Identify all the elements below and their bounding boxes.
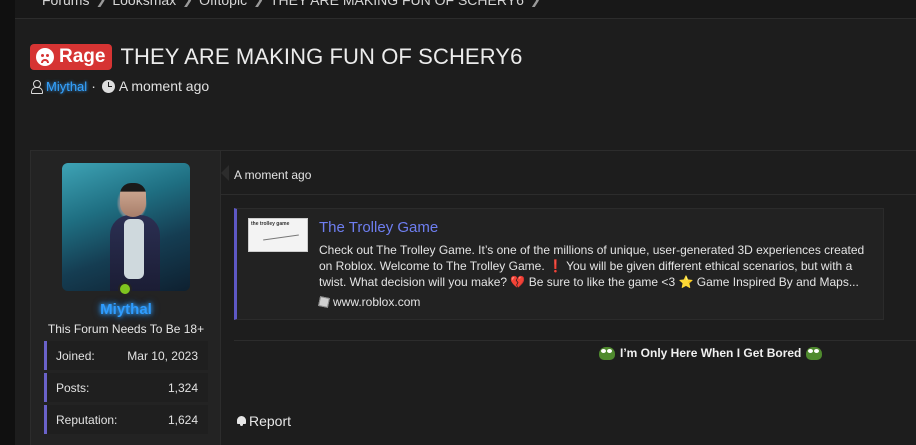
pepe-emoji-icon (597, 344, 617, 362)
user-icon (30, 79, 43, 94)
stat-value: Mar 10, 2023 (127, 348, 198, 363)
chevron-right-icon: ❯ (182, 0, 193, 8)
stat-reputation: Reputation: 1,624 (44, 405, 208, 434)
chevron-right-icon: ❯ (95, 0, 106, 8)
thread-author-link[interactable]: Miythal (46, 79, 87, 94)
thread-start-time[interactable]: A moment ago (119, 78, 209, 94)
signature: I’m Only Here When I Get Bored (597, 344, 824, 362)
online-status-indicator (118, 282, 132, 296)
post-username[interactable]: Miythal (31, 301, 221, 318)
exclamation-icon: ❗ (548, 259, 563, 273)
post-date[interactable]: A moment ago (234, 168, 311, 182)
clock-icon (101, 79, 115, 93)
avatar-head (120, 183, 146, 217)
breadcrumb: Forums ❯ Looksmax ❯ Offtopic ❯ THEY ARE … (15, 0, 916, 19)
user-cell: Miythal This Forum Needs To Be 18+ Joine… (31, 151, 221, 445)
avatar[interactable] (62, 163, 190, 291)
embed-title-link[interactable]: The Trolley Game (319, 219, 438, 236)
avatar-shirt (124, 219, 144, 279)
thread-meta: Miythal · A moment ago (30, 78, 209, 94)
bell-icon (236, 415, 247, 427)
thumb-text: the trolley game (251, 221, 290, 227)
stat-value: 1,624 (167, 412, 198, 427)
link-embed[interactable]: the trolley game The Trolley Game Check … (234, 208, 884, 320)
roblox-favicon-icon (318, 296, 330, 308)
stat-value: 1,324 (167, 380, 198, 395)
angry-face-icon (36, 47, 54, 66)
breadcrumb-thread[interactable]: THEY ARE MAKING FUN OF SCHERY6 (270, 0, 524, 8)
broken-heart-icon: 💔 (510, 275, 526, 289)
divider (221, 194, 916, 195)
stat-label: Posts: (56, 380, 90, 395)
prefix-text: Rage (59, 45, 106, 67)
pepe-emoji-icon (804, 344, 824, 362)
star-icon: ⭐ (678, 275, 694, 289)
thread-header: Rage THEY ARE MAKING FUN OF SCHERY6 (30, 44, 522, 70)
breadcrumb-forums[interactable]: Forums (42, 0, 89, 8)
breadcrumb-offtopic[interactable]: Offtopic (199, 0, 247, 8)
embed-thumbnail[interactable]: the trolley game (248, 218, 308, 252)
post: Miythal This Forum Needs To Be 18+ Joine… (30, 150, 916, 445)
report-button[interactable]: Report (236, 413, 291, 429)
embed-description: Check out The Trolley Game. It’s one of … (319, 242, 879, 290)
signature-divider (234, 340, 916, 341)
stat-label: Reputation: (56, 412, 118, 427)
stat-joined: Joined: Mar 10, 2023 (44, 341, 208, 370)
chevron-right-icon: ❯ (530, 0, 541, 8)
signature-text: I’m Only Here When I Get Bored (620, 346, 802, 360)
desc-text: Be sure to like the game <3 (525, 275, 679, 289)
stat-label: Joined: (56, 348, 95, 363)
breadcrumb-looksmax[interactable]: Looksmax (112, 0, 176, 8)
stat-posts: Posts: 1,324 (44, 373, 208, 402)
desc-text: Game Inspired By and Maps... (693, 275, 859, 289)
page-title: THEY ARE MAKING FUN OF SCHERY6 (120, 44, 523, 69)
embed-domain-text: www.roblox.com (333, 295, 421, 309)
message-arrow (221, 165, 229, 181)
report-label: Report (249, 413, 292, 429)
chevron-right-icon: ❯ (253, 0, 264, 8)
embed-domain[interactable]: www.roblox.com (318, 295, 421, 309)
user-title: This Forum Needs To Be 18+ (47, 322, 205, 336)
meta-separator: · (91, 78, 96, 94)
rage-prefix-label[interactable]: Rage (30, 44, 113, 70)
